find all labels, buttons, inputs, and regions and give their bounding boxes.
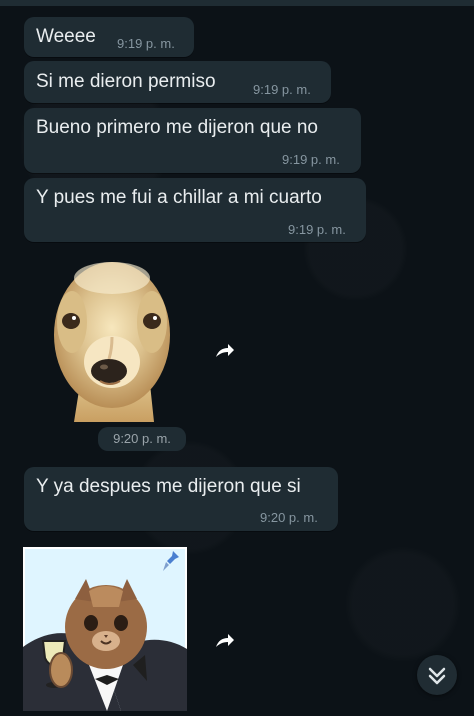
message-text: Y pues me fui a chillar a mi cuarto bbox=[36, 187, 322, 208]
message-bubble[interactable]: Weeee 9:19 p. m. bbox=[24, 17, 194, 57]
message-text: Si me dieron permiso bbox=[36, 71, 216, 92]
message-time: 9:19 p. m. bbox=[288, 222, 346, 237]
message-text: Weeee bbox=[36, 26, 96, 47]
message-time: 9:19 p. m. bbox=[282, 152, 340, 167]
message-time: 9:20 p. m. bbox=[260, 510, 318, 525]
pin-icon-wrapper bbox=[157, 548, 183, 574]
message-time: 9:19 p. m. bbox=[253, 82, 311, 97]
dog-sticker[interactable] bbox=[46, 258, 178, 424]
top-divider bbox=[0, 0, 474, 6]
message-bubble[interactable]: Y pues me fui a chillar a mi cuarto 9:19… bbox=[24, 178, 366, 242]
chevron-down-icon bbox=[428, 667, 446, 685]
message-bubble[interactable]: Y ya despues me dijeron que si 9:20 p. m… bbox=[24, 467, 338, 531]
message-text: Bueno primero me dijeron que no bbox=[36, 117, 319, 138]
message-bubble[interactable]: Bueno primero me dijeron que no 9:19 p. … bbox=[24, 108, 361, 173]
forward-icon bbox=[216, 634, 234, 647]
dog-image bbox=[54, 262, 170, 422]
pin-icon bbox=[163, 551, 179, 571]
forward-icon bbox=[216, 344, 234, 357]
forward-button[interactable] bbox=[208, 627, 238, 657]
message-bubble[interactable]: Si me dieron permiso 9:19 p. m. bbox=[24, 61, 331, 103]
message-time: 9:19 p. m. bbox=[117, 36, 175, 51]
scroll-down-button[interactable] bbox=[417, 655, 457, 695]
message-text: Y ya despues me dijeron que si bbox=[36, 476, 301, 497]
sticker-time: 9:20 p. m. bbox=[98, 427, 186, 451]
forward-button[interactable] bbox=[208, 337, 238, 367]
